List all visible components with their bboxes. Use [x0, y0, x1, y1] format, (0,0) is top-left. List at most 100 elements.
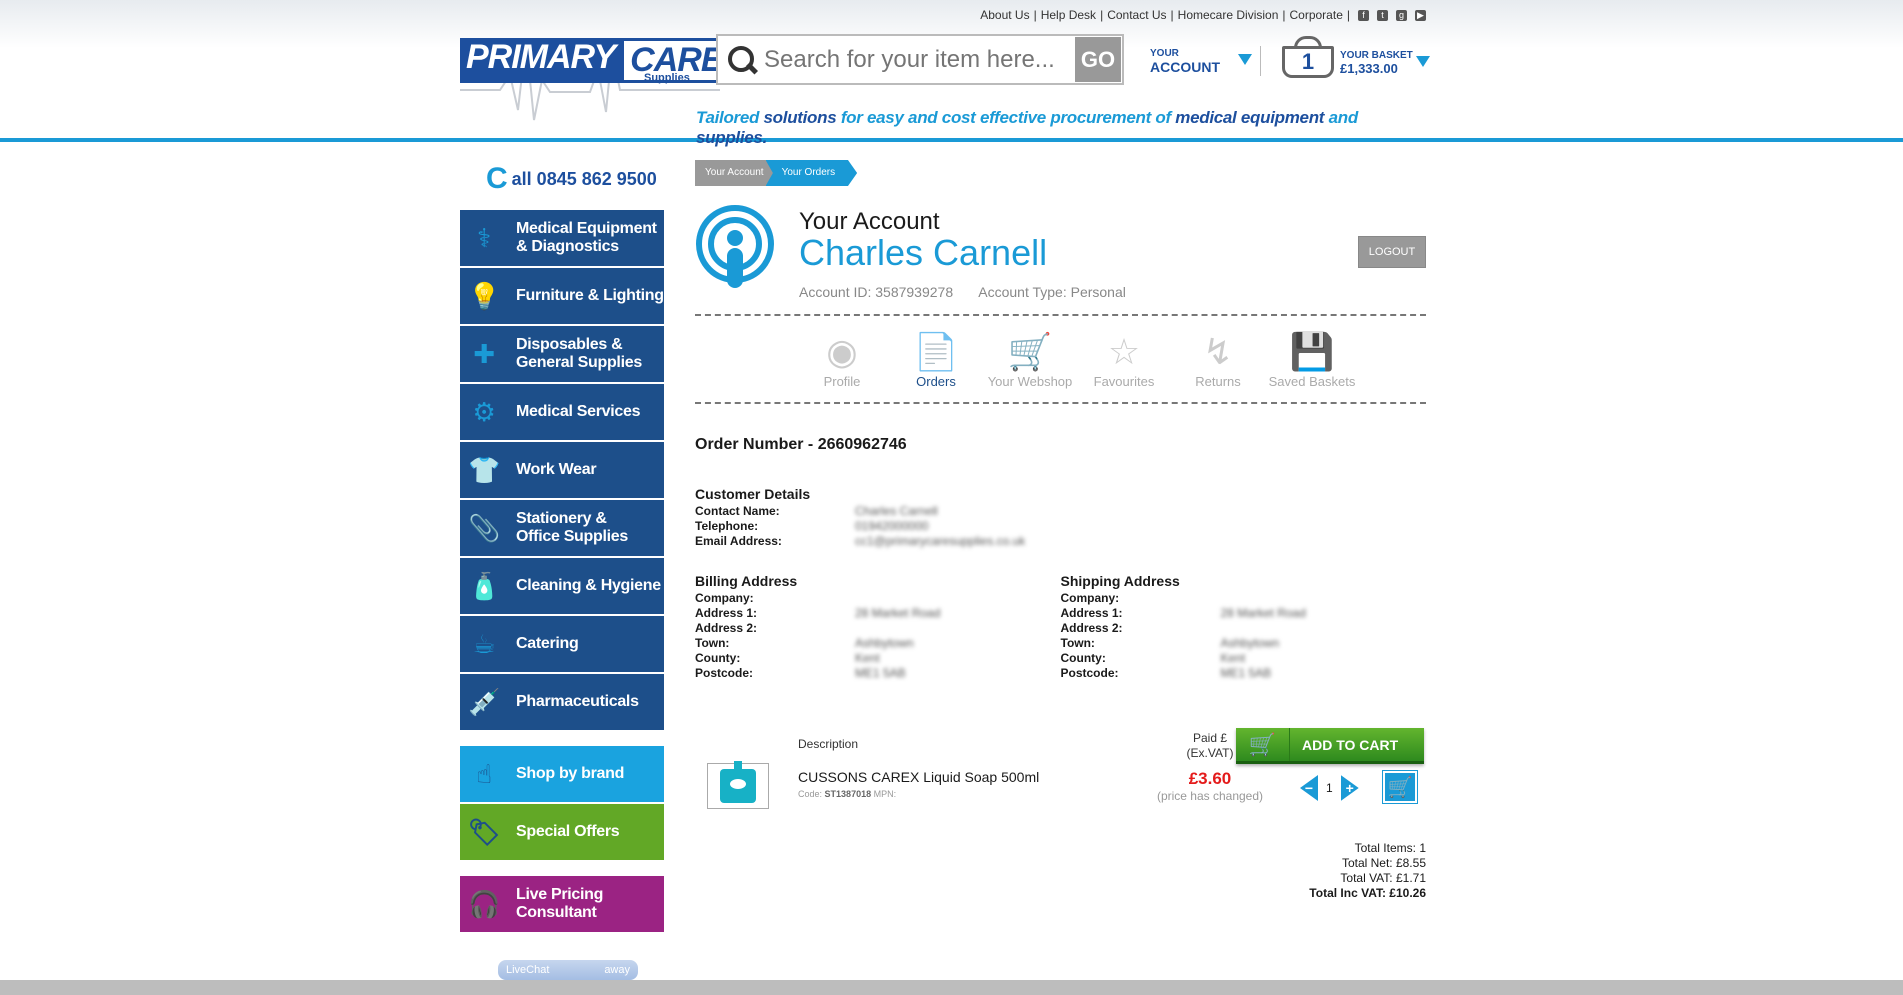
tab-favourites[interactable]: ☆ Favourites	[1077, 316, 1171, 402]
orders-icon: 📄	[913, 331, 959, 372]
account-menu-line1: YOUR	[1150, 48, 1179, 59]
nav-live-pricing[interactable]: 🎧 Live Pricing Consultant	[460, 876, 664, 934]
breadcrumb-your-orders[interactable]: Your Orders	[765, 160, 858, 186]
shipping-address: Shipping Address Company: Address 1: 28 M…	[1061, 573, 1427, 681]
nav-special-offers[interactable]: 🏷 Special Offers	[460, 804, 664, 862]
quantity-value[interactable]: 1	[1326, 781, 1333, 795]
chevron-down-icon	[1416, 56, 1430, 67]
nav-catering[interactable]: ☕ Catering	[460, 616, 664, 674]
product-name[interactable]: CUSSONS CAREX Liquid Soap 500ml	[798, 769, 1039, 785]
basket-summary[interactable]: YOUR BASKET £1,333.00	[1340, 50, 1430, 76]
quantity-increase-button[interactable]: +	[1340, 775, 1359, 801]
phone-number: C all 0845 862 9500	[486, 162, 657, 195]
billing-address-title: Billing Address	[695, 573, 798, 589]
quantity-stepper: − 1 +	[1300, 775, 1359, 801]
account-type: Account Type: Personal	[978, 284, 1126, 300]
nav-furniture-lighting[interactable]: 💡 Furniture & Lighting	[460, 268, 664, 326]
tab-orders[interactable]: 📄 Orders	[889, 316, 983, 402]
contact-name-row: Contact Name: Charles Carnell	[695, 504, 938, 518]
youtube-icon[interactable]: ▶	[1415, 9, 1426, 21]
add-to-cart-button[interactable]: 🛒 ADD TO CART	[1236, 728, 1424, 764]
star-icon: ☆	[1107, 331, 1141, 372]
breadcrumb-your-account[interactable]: Your Account	[695, 160, 774, 186]
quantity-decrease-button[interactable]: −	[1300, 775, 1318, 801]
search-input[interactable]	[760, 37, 1075, 82]
nav-medical-equipment[interactable]: ⚕ Medical Equipment & Diagnostics	[460, 210, 664, 268]
returns-icon: ↯	[1202, 331, 1234, 372]
product-code: Code: ST1387018 MPN:	[798, 789, 897, 799]
nav-disposables[interactable]: ✚ Disposables & General Supplies	[460, 326, 664, 384]
save-icon: 💾	[1289, 331, 1335, 372]
headset-icon: 🎧	[467, 889, 501, 919]
total-items: Total Items: 1	[1354, 841, 1426, 855]
facebook-icon[interactable]: f	[1358, 9, 1369, 21]
account-tabs: ◉ Profile 📄 Orders 🛒 Your Webshop ☆ Favo…	[695, 316, 1426, 402]
mug-icon: ☕	[472, 629, 496, 659]
site-logo[interactable]: PRIMARY CARE Supplies	[460, 20, 732, 125]
product-thumbnail[interactable]	[707, 761, 769, 809]
nav-pharmaceuticals[interactable]: 💉 Pharmaceuticals	[460, 674, 664, 732]
page-footer	[0, 980, 1903, 995]
account-menu-line2: ACCOUNT	[1150, 59, 1220, 75]
nav-shop-by-brand[interactable]: ☝ Shop by brand	[460, 746, 664, 804]
tab-profile[interactable]: ◉ Profile	[795, 316, 889, 402]
googleplus-icon[interactable]: g	[1396, 9, 1407, 21]
basket-amount: £1,333.00	[1340, 61, 1398, 76]
telephone-row: Telephone: 01942000000	[695, 519, 929, 533]
account-name: Charles Carnell	[799, 232, 1048, 273]
page-wrapper: About Us | Help Desk | Contact Us | Homecar…	[460, 0, 1430, 995]
pointer-hand-icon: ☝	[476, 759, 492, 789]
gears-icon: ⚙	[472, 397, 496, 427]
search-bar: GO	[716, 34, 1124, 85]
phone-text: all 0845 862 9500	[511, 168, 657, 189]
nav-medical-services[interactable]: ⚙ Medical Services	[460, 384, 664, 442]
customer-details: Customer Details Contact Name: Charles Ca…	[695, 486, 1426, 549]
twitter-icon[interactable]: t	[1377, 9, 1388, 21]
basket-icon[interactable]: 1	[1280, 36, 1336, 80]
search-go-button[interactable]: GO	[1075, 37, 1121, 82]
chevron-down-icon	[1238, 54, 1252, 65]
profile-icon: ◉	[826, 331, 858, 372]
livechat-status: away	[604, 964, 630, 976]
syringe-icon: 💉	[467, 687, 501, 717]
total-inc-vat: Total Inc VAT: £10.26	[1309, 886, 1426, 900]
cart-icon: 🛒	[1236, 728, 1290, 761]
tab-returns[interactable]: ↯ Returns	[1171, 316, 1265, 402]
account-meta: Account ID: 3587939278 Account Type: Per…	[799, 284, 1148, 300]
soap-bottle-image	[720, 761, 756, 803]
cart-icon: 🛒	[1007, 331, 1053, 372]
nav-cleaning[interactable]: 🧴 Cleaning & Hygiene	[460, 558, 664, 616]
tagline: Tailored solutions for easy and cost eff…	[696, 108, 1358, 147]
add-item-to-cart-button[interactable]: 🛒	[1383, 771, 1417, 803]
addresses: Billing Address Company: Address 1: 28 Ma…	[695, 573, 1426, 681]
lamp-icon: 💡	[467, 281, 501, 311]
phone-icon: C	[486, 162, 508, 195]
account-id: Account ID: 3587939278	[799, 284, 954, 300]
livechat-label: LiveChat	[506, 964, 550, 976]
contact-link[interactable]: Contact Us	[1107, 8, 1166, 22]
logo-subtitle: Supplies	[644, 72, 690, 84]
divider	[1260, 46, 1261, 76]
helpdesk-link[interactable]: Help Desk	[1041, 8, 1096, 22]
cart-icon: 🛒	[1387, 776, 1413, 799]
customer-details-title: Customer Details	[695, 486, 811, 502]
nav-work-wear[interactable]: 👕 Work Wear	[460, 442, 664, 500]
category-nav: ⚕ Medical Equipment & Diagnostics 💡 Furni…	[460, 210, 664, 934]
product-price: £3.60	[1188, 769, 1232, 788]
livechat-button[interactable]: LiveChat away	[498, 960, 638, 980]
tab-webshop[interactable]: 🛒 Your Webshop	[983, 316, 1077, 402]
order-number: Order Number - 2660962746	[695, 436, 907, 453]
nav-stationery[interactable]: 📎 Stationery & Office Supplies	[460, 500, 664, 558]
total-net: Total Net: £8.55	[1341, 856, 1426, 870]
tab-saved-baskets[interactable]: 💾 Saved Baskets	[1265, 316, 1359, 402]
account-menu[interactable]: YOUR ACCOUNT	[1150, 48, 1252, 75]
main-content: Your Account Your Orders Your Account Ch…	[695, 160, 1426, 901]
homecare-link[interactable]: Homecare Division	[1178, 8, 1279, 22]
billing-address: Billing Address Company: Address 1: 28 Ma…	[695, 573, 1061, 681]
corporate-link[interactable]: Corporate	[1290, 8, 1343, 22]
first-aid-icon: ✚	[473, 339, 495, 369]
about-link[interactable]: About Us	[980, 8, 1029, 22]
logout-button[interactable]: LOGOUT	[1358, 236, 1426, 268]
price-changed-note: (price has changed)	[1156, 789, 1264, 803]
basket-label: YOUR BASKET	[1340, 50, 1413, 61]
